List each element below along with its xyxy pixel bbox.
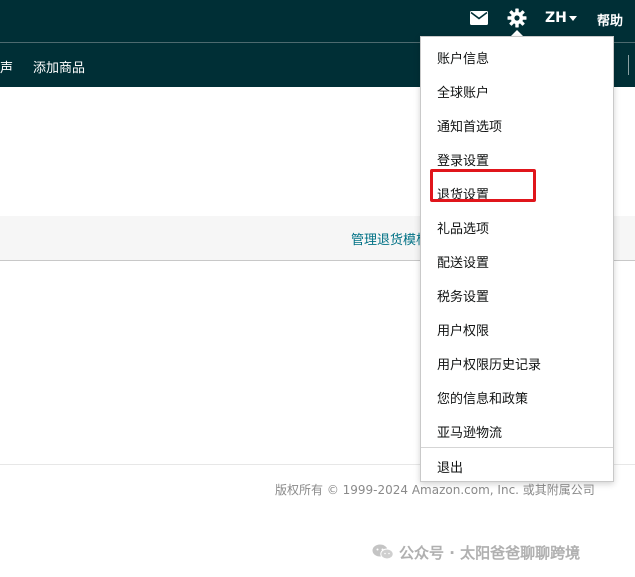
language-selector[interactable]: ZH	[545, 10, 567, 26]
copyright-text: 版权所有 © 1999-2024 Amazon.com, Inc. 或其附属公司	[275, 483, 595, 497]
menu-item-notification-preferences[interactable]: 通知首选项	[437, 116, 502, 135]
gear-icon[interactable]	[507, 8, 527, 28]
menu-item-shipping-settings[interactable]: 配送设置	[437, 252, 489, 271]
menu-item-gift-options[interactable]: 礼品选项	[437, 218, 489, 237]
wechat-icon	[372, 544, 394, 560]
menu-item-user-permissions[interactable]: 用户权限	[437, 320, 489, 339]
menu-item-fba[interactable]: 亚马逊物流	[437, 422, 502, 441]
nav-divider	[628, 55, 629, 75]
caret-down-icon[interactable]	[569, 16, 577, 21]
menu-item-login-settings[interactable]: 登录设置	[437, 150, 489, 169]
menu-divider	[421, 447, 613, 448]
manage-return-templates-link[interactable]: 管理退货模板	[351, 229, 429, 248]
watermark-text: 公众号 · 太阳爸爸聊聊跨境	[399, 544, 581, 562]
menu-item-logout[interactable]: 退出	[437, 457, 463, 476]
help-link[interactable]: 帮助	[597, 10, 623, 29]
menu-item-global-account[interactable]: 全球账户	[437, 82, 489, 101]
nav-item-add-product[interactable]: 添加商品	[33, 57, 85, 76]
menu-item-account-info[interactable]: 账户信息	[437, 48, 489, 67]
menu-item-permission-history[interactable]: 用户权限历史记录	[437, 354, 541, 373]
nav-item-partial[interactable]: 声	[0, 57, 13, 76]
menu-item-tax-settings[interactable]: 税务设置	[437, 286, 489, 305]
menu-item-info-and-policies[interactable]: 您的信息和政策	[437, 388, 528, 407]
settings-dropdown: 账户信息 全球账户 通知首选项 登录设置 退货设置 礼品选项 配送设置 税务设置…	[420, 36, 614, 482]
highlight-box	[430, 169, 536, 202]
mail-icon[interactable]	[470, 11, 488, 25]
